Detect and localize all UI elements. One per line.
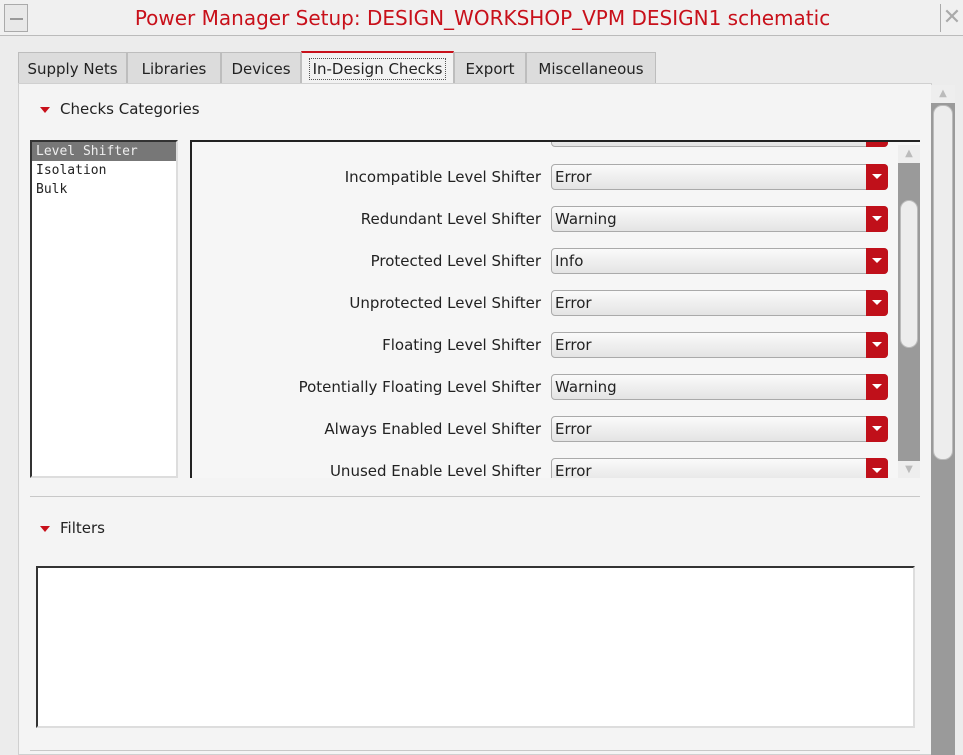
categories-list[interactable]: Level Shifter Isolation Bulk (30, 140, 178, 478)
dropdown-arrow-icon[interactable] (866, 416, 888, 442)
section-title: Checks Categories (60, 100, 200, 118)
filters-area[interactable] (36, 566, 915, 728)
category-item[interactable]: Level Shifter (32, 142, 176, 161)
check-label: Unused Enable Level Shifter (329, 462, 541, 478)
severity-value: Warning (555, 210, 617, 228)
collapse-triangle-icon (40, 106, 50, 113)
severity-value: Error (555, 336, 592, 354)
dropdown-arrow-icon[interactable] (866, 142, 888, 147)
category-item[interactable]: Bulk (32, 180, 176, 199)
check-row: Floating Level Shifter Error (192, 332, 892, 358)
check-label: Incompatible Level Shifter (344, 168, 541, 186)
check-row: Redundant Level Shifter Warning (192, 206, 892, 232)
window-title: Power Manager Setup: DESIGN_WORKSHOP_VPM… (134, 6, 831, 30)
scroll-up-icon[interactable]: ▲ (898, 145, 920, 163)
dropdown-arrow-icon[interactable] (866, 206, 888, 232)
scrollbar-thumb[interactable] (900, 200, 918, 348)
divider (30, 496, 920, 497)
severity-value: Error (555, 420, 592, 438)
check-row: Always Enabled Level Shifter Error (192, 416, 892, 442)
severity-value: Info (555, 252, 584, 270)
inner-scrollbar[interactable]: ▲ ▼ (898, 145, 920, 478)
collapse-triangle-icon (40, 525, 50, 532)
severity-value: Error (555, 168, 592, 186)
check-label: Redundant Level Shifter (360, 210, 541, 228)
checks-settings-pane: Incompatible Level Shifter Error Redundant… (190, 140, 920, 478)
dropdown-arrow-icon[interactable] (866, 374, 888, 400)
tab-in-design-checks[interactable]: In-Design Checks (301, 51, 454, 84)
check-row: Protected Level Shifter Info (192, 248, 892, 274)
checks-categories-header[interactable]: Checks Categories (40, 100, 200, 118)
scroll-up-icon[interactable]: ▲ (931, 85, 955, 103)
severity-value: Warning (555, 378, 617, 396)
tab-label: In-Design Checks (308, 58, 447, 80)
severity-value: Error (555, 294, 592, 312)
check-row: Unused Enable Level Shifter Error (192, 458, 892, 478)
check-label: Floating Level Shifter (382, 336, 541, 354)
tab-miscellaneous[interactable]: Miscellaneous (526, 52, 656, 83)
severity-select[interactable]: Info (551, 248, 888, 274)
section-title: Filters (60, 519, 105, 537)
divider (30, 750, 920, 751)
severity-select[interactable] (551, 142, 888, 147)
dropdown-arrow-icon[interactable] (866, 290, 888, 316)
check-row: Incompatible Level Shifter Error (192, 164, 892, 190)
severity-select[interactable]: Warning (551, 374, 888, 400)
title-bar: Power Manager Setup: DESIGN_WORKSHOP_VPM… (0, 0, 963, 36)
minimize-button[interactable] (4, 4, 28, 32)
check-label: Always Enabled Level Shifter (324, 420, 541, 438)
tab-supply-nets[interactable]: Supply Nets (18, 52, 127, 83)
check-row: Potentially Floating Level Shifter Warnin… (192, 374, 892, 400)
severity-select[interactable]: Error (551, 164, 888, 190)
dropdown-arrow-icon[interactable] (866, 332, 888, 358)
category-item[interactable]: Isolation (32, 161, 176, 180)
outer-scrollbar[interactable]: ▲ (931, 85, 955, 755)
check-label: Protected Level Shifter (370, 252, 541, 270)
severity-select[interactable]: Error (551, 332, 888, 358)
severity-value: Error (555, 462, 592, 478)
dropdown-arrow-icon[interactable] (866, 164, 888, 190)
scroll-down-icon[interactable]: ▼ (898, 461, 920, 478)
check-label: Unprotected Level Shifter (349, 294, 541, 312)
scrollbar-thumb[interactable] (933, 105, 953, 460)
severity-select[interactable]: Warning (551, 206, 888, 232)
severity-select[interactable]: Error (551, 290, 888, 316)
check-row: Unprotected Level Shifter Error (192, 290, 892, 316)
dropdown-arrow-icon[interactable] (866, 458, 888, 478)
tab-libraries[interactable]: Libraries (127, 52, 221, 83)
check-label: Potentially Floating Level Shifter (298, 378, 541, 396)
close-button[interactable]: ✕ (940, 4, 963, 32)
tab-export[interactable]: Export (454, 52, 526, 83)
tab-devices[interactable]: Devices (221, 52, 301, 83)
severity-select[interactable]: Error (551, 458, 888, 478)
check-row-partial (192, 142, 892, 147)
dropdown-arrow-icon[interactable] (866, 248, 888, 274)
filters-header[interactable]: Filters (40, 519, 105, 537)
severity-select[interactable]: Error (551, 416, 888, 442)
